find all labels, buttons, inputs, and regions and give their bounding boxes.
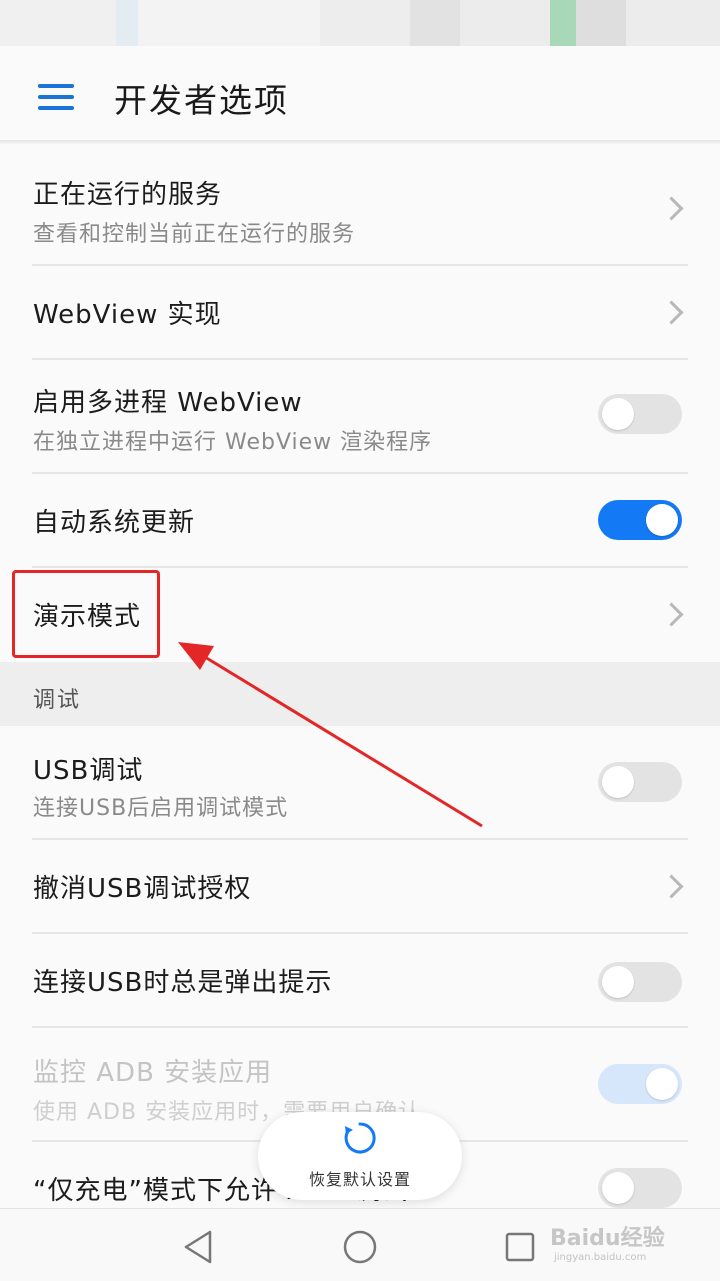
- item-title: 撤消USB调试授权: [33, 874, 252, 904]
- recents-icon[interactable]: [500, 1227, 540, 1267]
- menu-icon[interactable]: [38, 84, 74, 110]
- chevron-right-icon: [659, 300, 684, 325]
- restore-defaults-button[interactable]: 恢复默认设置: [258, 1112, 462, 1200]
- refresh-icon: [344, 1122, 376, 1154]
- list-item-usb-debugging[interactable]: USB调试 连接USB后启用调试模式: [0, 726, 720, 840]
- list-item-revoke-usb-auth[interactable]: 撤消USB调试授权: [0, 840, 720, 934]
- multiprocess-webview-toggle[interactable]: [598, 394, 682, 434]
- highlight-box: [12, 570, 160, 658]
- list-item-auto-system-update[interactable]: 自动系统更新: [0, 474, 720, 568]
- item-subtitle: 连接USB后启用调试模式: [33, 796, 289, 821]
- header-divider: [0, 140, 720, 144]
- restore-defaults-label: 恢复默认设置: [308, 1170, 411, 1189]
- baidu-watermark: Baidu经验 jingyan.baidu.com: [550, 1220, 690, 1270]
- watermark-logo: Baidu经验: [550, 1226, 665, 1251]
- usb-debugging-toggle[interactable]: [598, 762, 682, 802]
- list-item-running-services[interactable]: 正在运行的服务 查看和控制当前正在运行的服务: [0, 150, 720, 266]
- section-header-debug: 调试: [0, 662, 720, 726]
- app-header: 开发者选项: [0, 46, 720, 142]
- section-label: 调试: [33, 688, 82, 713]
- item-title: USB调试: [33, 756, 144, 786]
- back-icon[interactable]: [180, 1227, 220, 1267]
- monitor-adb-install-toggle: [598, 1064, 682, 1104]
- chevron-right-icon: [659, 196, 684, 221]
- page-title: 开发者选项: [114, 81, 289, 120]
- item-title: 正在运行的服务: [33, 180, 223, 210]
- status-bar: [0, 0, 720, 46]
- chevron-right-icon: [659, 602, 684, 627]
- list-item-webview-implementation[interactable]: WebView 实现: [0, 266, 720, 360]
- auto-system-update-toggle[interactable]: [598, 500, 682, 540]
- watermark-url: jingyan.baidu.com: [554, 1252, 647, 1263]
- item-title: WebView 实现: [33, 300, 222, 330]
- home-icon[interactable]: [340, 1227, 380, 1267]
- charge-only-adb-toggle[interactable]: [598, 1168, 682, 1208]
- chevron-right-icon: [659, 874, 684, 899]
- item-title: 监控 ADB 安装应用: [33, 1058, 273, 1088]
- item-title: 连接USB时总是弹出提示: [33, 968, 333, 998]
- item-subtitle: 在独立进程中运行 WebView 渲染程序: [33, 430, 433, 455]
- list-item-usb-prompt[interactable]: 连接USB时总是弹出提示: [0, 934, 720, 1028]
- item-subtitle: 查看和控制当前正在运行的服务: [33, 222, 356, 247]
- usb-prompt-toggle[interactable]: [598, 962, 682, 1002]
- item-title: 启用多进程 WebView: [33, 388, 303, 418]
- item-title: 自动系统更新: [33, 508, 196, 538]
- list-item-multiprocess-webview[interactable]: 启用多进程 WebView 在独立进程中运行 WebView 渲染程序: [0, 360, 720, 474]
